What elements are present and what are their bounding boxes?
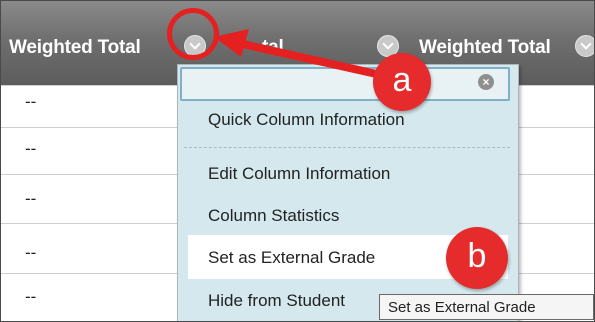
- annotation-badge-b: b: [446, 227, 508, 289]
- annotation-highlight-ring: [167, 8, 219, 60]
- grade-center-grid: Weighted Total tal Weighted Total -- -- …: [0, 0, 595, 322]
- annotation-badge-a: a: [373, 53, 431, 111]
- annotation-arrow: [214, 29, 385, 79]
